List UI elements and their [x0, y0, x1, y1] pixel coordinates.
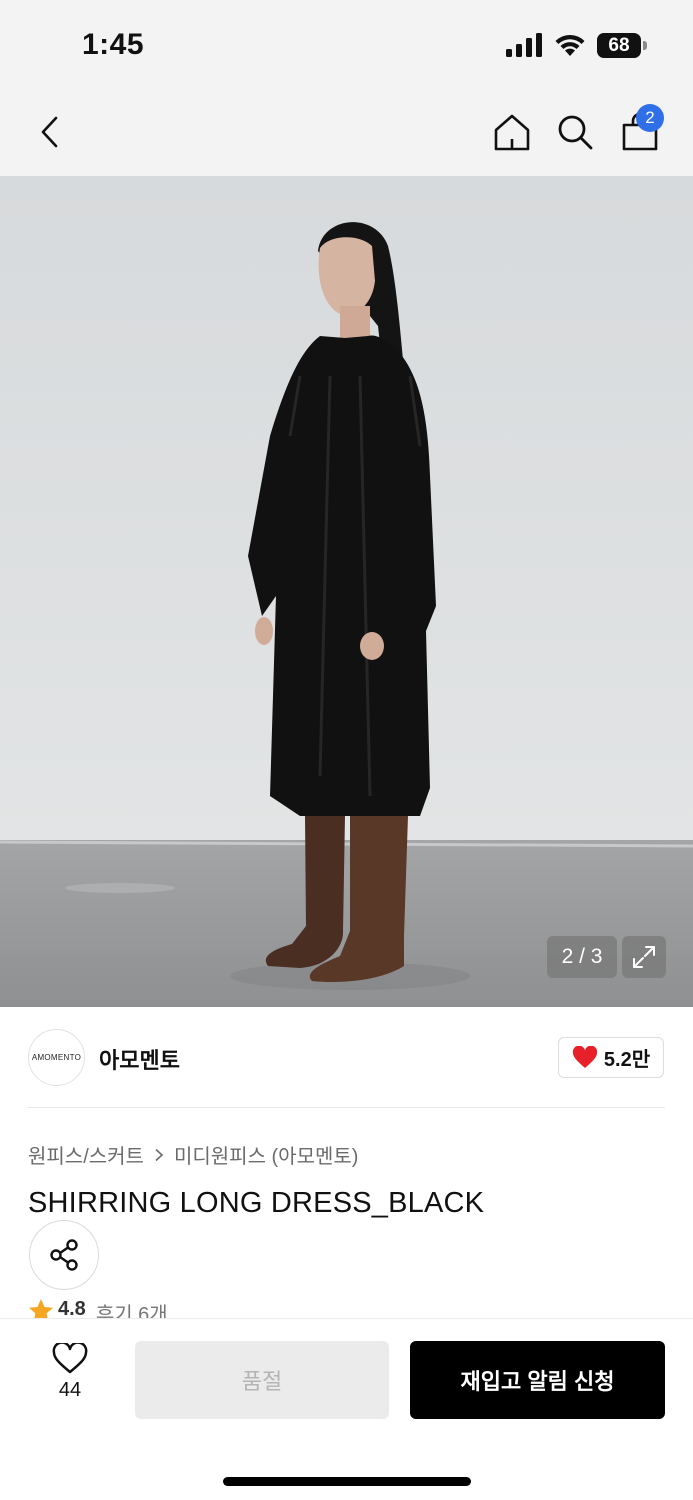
- brand-logo[interactable]: AMOMENTO: [28, 1029, 85, 1086]
- brand-like-count: 5.2만: [603, 1049, 651, 1071]
- brand-like-button[interactable]: 5.2만: [558, 1037, 664, 1078]
- expand-icon: [633, 946, 655, 968]
- rating-row[interactable]: 4.8 후기 6개: [28, 1298, 168, 1320]
- product-image[interactable]: [0, 176, 693, 1007]
- heart-outline-icon: [52, 1343, 88, 1374]
- product-title: SHIRRING LONG DRESS_BLACK: [28, 1187, 485, 1219]
- share-button[interactable]: [29, 1220, 99, 1290]
- brand-row: AMOMENTO 아모멘토 5.2만: [0, 1007, 693, 1107]
- battery-level: 68: [608, 35, 630, 56]
- top-nav-bar: [0, 88, 693, 176]
- back-button[interactable]: [26, 108, 74, 156]
- breadcrumb: 원피스/스커트 미디원피스 (아모멘토): [28, 1140, 358, 1169]
- wishlist-button[interactable]: 44: [40, 1343, 100, 1413]
- home-button[interactable]: [488, 108, 536, 156]
- home-indicator: [223, 1477, 471, 1486]
- breadcrumb-subcategory[interactable]: 미디원피스 (아모멘토): [174, 1140, 358, 1169]
- bottom-action-bar: 44 품절 재입고 알림 신청: [0, 1318, 693, 1500]
- wishlist-count: 44: [58, 1379, 82, 1401]
- divider: [28, 1107, 665, 1108]
- heart-filled-icon: [572, 1045, 597, 1068]
- rating-score: 4.8: [58, 1298, 86, 1320]
- image-counter: 2 / 3: [547, 936, 617, 978]
- chevron-left-icon: [41, 116, 58, 148]
- soldout-button: 품절: [135, 1341, 389, 1419]
- home-icon: [494, 114, 530, 151]
- status-time: 1:45: [82, 28, 145, 61]
- model-photo: [0, 176, 693, 1007]
- brand-logo-text: AMOMENTO: [31, 1053, 82, 1062]
- wifi-icon: [555, 34, 585, 56]
- search-button[interactable]: [551, 108, 599, 156]
- signal-icon: [506, 33, 542, 57]
- brand-name[interactable]: 아모멘토: [99, 1043, 180, 1075]
- star-icon: [29, 1299, 53, 1320]
- restock-alert-button[interactable]: 재입고 알림 신청: [410, 1341, 665, 1419]
- battery-icon: 68: [597, 33, 647, 58]
- status-bar: 1:45 68: [0, 0, 693, 88]
- chevron-right-icon: [155, 1148, 164, 1161]
- cart-count-badge: 2: [636, 104, 664, 132]
- share-icon: [50, 1239, 78, 1271]
- search-icon: [558, 115, 593, 150]
- breadcrumb-category[interactable]: 원피스/스커트: [28, 1140, 144, 1169]
- review-count[interactable]: 후기 6개: [96, 1298, 168, 1320]
- expand-image-button[interactable]: [622, 936, 666, 978]
